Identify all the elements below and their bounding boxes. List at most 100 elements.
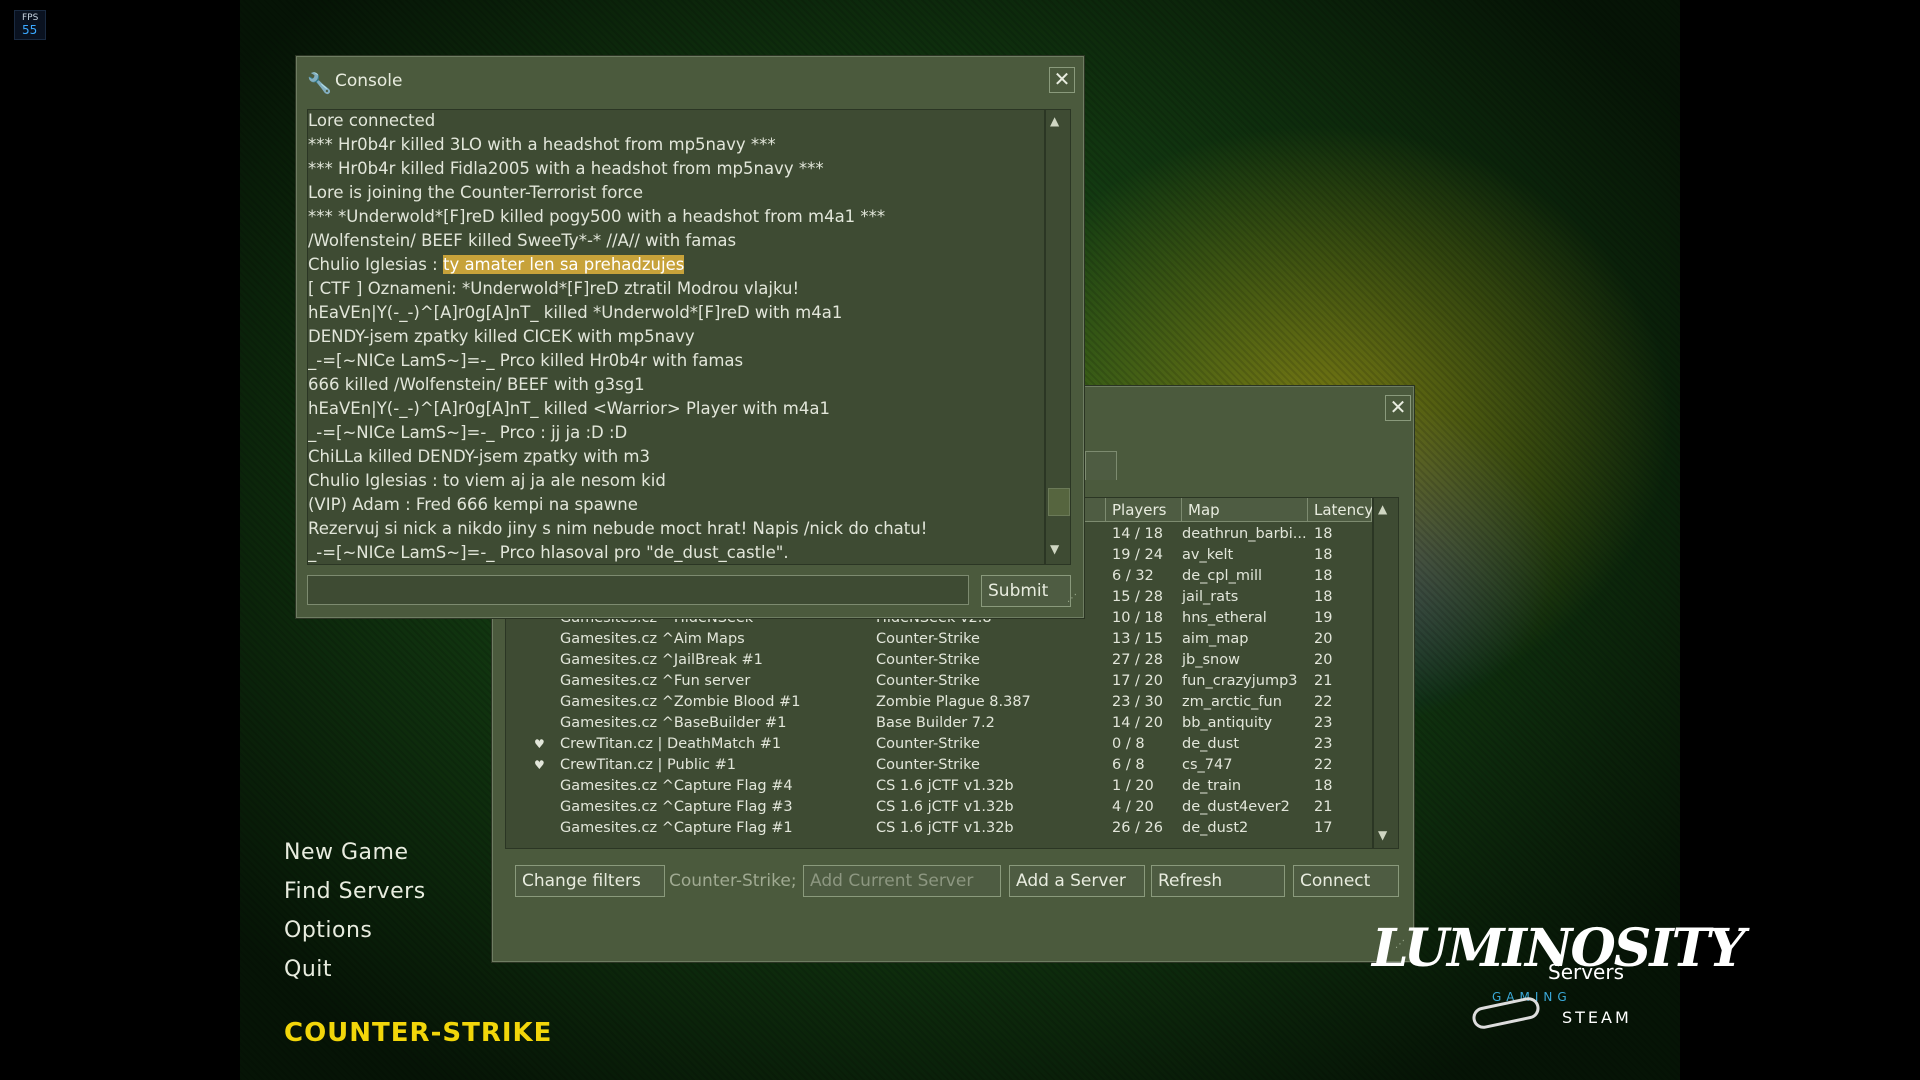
browser-tab[interactable] — [1085, 451, 1117, 480]
table-row[interactable]: ♥ CrewTitan.cz | Public #1 Counter-Strike 6… — [506, 755, 1372, 776]
console-titlebar[interactable]: 🔧 Console — [297, 57, 1083, 101]
server-game: Base Builder 7.2 — [876, 715, 995, 731]
server-game: CS 1.6 jCTF v1.32b — [876, 799, 1014, 815]
scroll-up-icon[interactable]: ▲ — [1050, 114, 1059, 128]
server-name: Gamesites.cz ^JailBreak #1 — [560, 652, 763, 668]
server-name: Gamesites.cz ^Capture Flag #3 — [560, 799, 793, 815]
table-row[interactable]: Gamesites.cz ^Aim Maps Counter-Strike 13 /… — [506, 629, 1372, 650]
server-map: jail_rats — [1182, 589, 1239, 605]
favorite-icon: ♥ — [534, 758, 545, 772]
server-players: 19 / 24 — [1112, 547, 1164, 563]
server-list-scrollbar[interactable]: ▲ ▼ — [1373, 497, 1399, 849]
close-icon[interactable]: ✕ — [1385, 395, 1411, 421]
console-line: *** Hr0b4r killed Fidla2005 with a heads… — [308, 159, 824, 178]
column-header-players[interactable]: Players — [1106, 498, 1182, 522]
console-title: Console — [335, 71, 403, 91]
console-line: *** *Underwold*[F]reD killed pogy500 wit… — [308, 207, 886, 226]
console-line: *** Hr0b4r killed 3LO with a headshot fr… — [308, 135, 776, 154]
server-players: 15 / 28 — [1112, 589, 1164, 605]
server-map: de_dust — [1182, 736, 1240, 752]
add-server-button[interactable]: Add a Server — [1009, 865, 1145, 897]
fps-value: 55 — [22, 23, 38, 37]
server-latency: 18 — [1314, 526, 1333, 542]
server-players: 17 / 20 — [1112, 673, 1164, 689]
server-players: 13 / 15 — [1112, 631, 1164, 647]
server-name: Gamesites.cz ^Zombie Blood #1 — [560, 694, 801, 710]
table-row[interactable]: Gamesites.cz ^BaseBuilder #1 Base Builder… — [506, 713, 1372, 734]
server-name: Gamesites.cz ^Capture Flag #1 — [560, 820, 793, 836]
table-row[interactable]: Gamesites.cz ^Capture Flag #3 CS 1.6 jCTF… — [506, 797, 1372, 818]
server-map: hns_etheral — [1182, 610, 1267, 626]
server-map: de_cpl_mill — [1182, 568, 1263, 584]
connect-button[interactable]: Connect — [1293, 865, 1399, 897]
menu-new-game[interactable]: New Game — [284, 840, 408, 865]
scroll-up-icon[interactable]: ▲ — [1378, 502, 1387, 516]
server-latency: 18 — [1314, 778, 1333, 794]
console-window: 🔧 Console ✕ Lore connected *** Hr0b4r kil… — [296, 56, 1084, 618]
table-row[interactable]: Gamesites.cz ^JailBreak #1 Counter-Strike… — [506, 650, 1372, 671]
console-line: /Wolfenstein/ BEEF killed SweeTy*-* //A/… — [308, 231, 737, 250]
table-row[interactable]: Gamesites.cz ^Fun server Counter-Strike 17… — [506, 671, 1372, 692]
server-latency: 21 — [1314, 673, 1333, 689]
console-line: (VIP) Adam : Fred 666 kempi na spawne — [308, 495, 638, 514]
console-line: _-=[~NICe LamS~]=-_ Prco : jj ja :D :D — [308, 423, 628, 442]
server-players: 14 / 18 — [1112, 526, 1164, 542]
menu-quit[interactable]: Quit — [284, 957, 332, 982]
menu-find-servers[interactable]: Find Servers — [284, 879, 426, 904]
server-game: CS 1.6 jCTF v1.32b — [876, 820, 1014, 836]
server-map: jb_snow — [1182, 652, 1240, 668]
server-latency: 18 — [1314, 568, 1333, 584]
server-map: deathrun_barbi... — [1182, 526, 1307, 542]
server-game: CS 1.6 jCTF v1.32b — [876, 778, 1014, 794]
fps-label: FPS — [22, 13, 39, 23]
server-players: 26 / 26 — [1112, 820, 1164, 836]
fps-counter: FPS 55 — [14, 10, 46, 40]
console-scrollbar[interactable]: ▲ ▼ — [1045, 109, 1071, 565]
favorite-icon: ♥ — [534, 737, 545, 751]
refresh-button[interactable]: Refresh — [1151, 865, 1285, 897]
server-name: Gamesites.cz ^Fun server — [560, 673, 751, 689]
change-filters-button[interactable]: Change filters — [515, 865, 665, 897]
menu-options[interactable]: Options — [284, 918, 372, 943]
server-players: 6 / 32 — [1112, 568, 1154, 584]
steam-label: STEAM — [1562, 1008, 1632, 1027]
close-icon[interactable]: ✕ — [1049, 67, 1075, 93]
server-name: Gamesites.cz ^Aim Maps — [560, 631, 745, 647]
server-name: CrewTitan.cz | DeathMatch #1 — [560, 736, 782, 752]
server-latency: 19 — [1314, 610, 1333, 626]
table-row[interactable]: Gamesites.cz ^Capture Flag #1 CS 1.6 jCTF… — [506, 818, 1372, 839]
console-line: Lore connected — [308, 111, 436, 130]
server-map: zm_arctic_fun — [1182, 694, 1282, 710]
console-line: Rezervuj si nick a nikdo jiny s nim nebu… — [308, 519, 928, 538]
wrench-icon: 🔧 — [307, 71, 332, 95]
server-players: 10 / 18 — [1112, 610, 1164, 626]
server-players: 27 / 28 — [1112, 652, 1164, 668]
table-row[interactable]: Gamesites.cz ^Capture Flag #4 CS 1.6 jCTF… — [506, 776, 1372, 797]
server-map: av_kelt — [1182, 547, 1234, 563]
server-latency: 20 — [1314, 631, 1333, 647]
server-latency: 17 — [1314, 820, 1333, 836]
column-header-map[interactable]: Map — [1182, 498, 1308, 522]
filter-summary: Counter-Strike; — [669, 871, 797, 891]
server-players: 6 / 8 — [1112, 757, 1145, 773]
luminosity-steam-logo: LUMINOSITY Servers GAMING STEAM — [1372, 918, 1745, 1038]
server-latency: 22 — [1314, 694, 1333, 710]
console-line: Chulio Iglesias : ty amater len sa preha… — [308, 255, 685, 274]
server-map: de_dust4ever2 — [1182, 799, 1290, 815]
table-row[interactable]: ♥ CrewTitan.cz | DeathMatch #1 Counter-Str… — [506, 734, 1372, 755]
add-current-server-button[interactable]: Add Current Server — [803, 865, 1001, 897]
server-players: 0 / 8 — [1112, 736, 1145, 752]
resize-grip-icon[interactable]: ⋰ — [1067, 593, 1077, 604]
submit-button[interactable]: Submit — [981, 575, 1071, 607]
servers-label: Servers — [1548, 960, 1625, 984]
server-game: Counter-Strike — [876, 673, 980, 689]
scroll-down-icon[interactable]: ▼ — [1378, 828, 1387, 842]
server-game: Counter-Strike — [876, 736, 980, 752]
column-header-latency[interactable]: Latency — [1308, 498, 1372, 522]
scroll-thumb[interactable] — [1048, 488, 1070, 516]
server-latency: 22 — [1314, 757, 1333, 773]
table-row[interactable]: Gamesites.cz ^Zombie Blood #1 Zombie Plag… — [506, 692, 1372, 713]
scroll-down-icon[interactable]: ▼ — [1050, 542, 1059, 556]
console-command-input[interactable] — [307, 575, 969, 605]
server-game: Counter-Strike — [876, 757, 980, 773]
